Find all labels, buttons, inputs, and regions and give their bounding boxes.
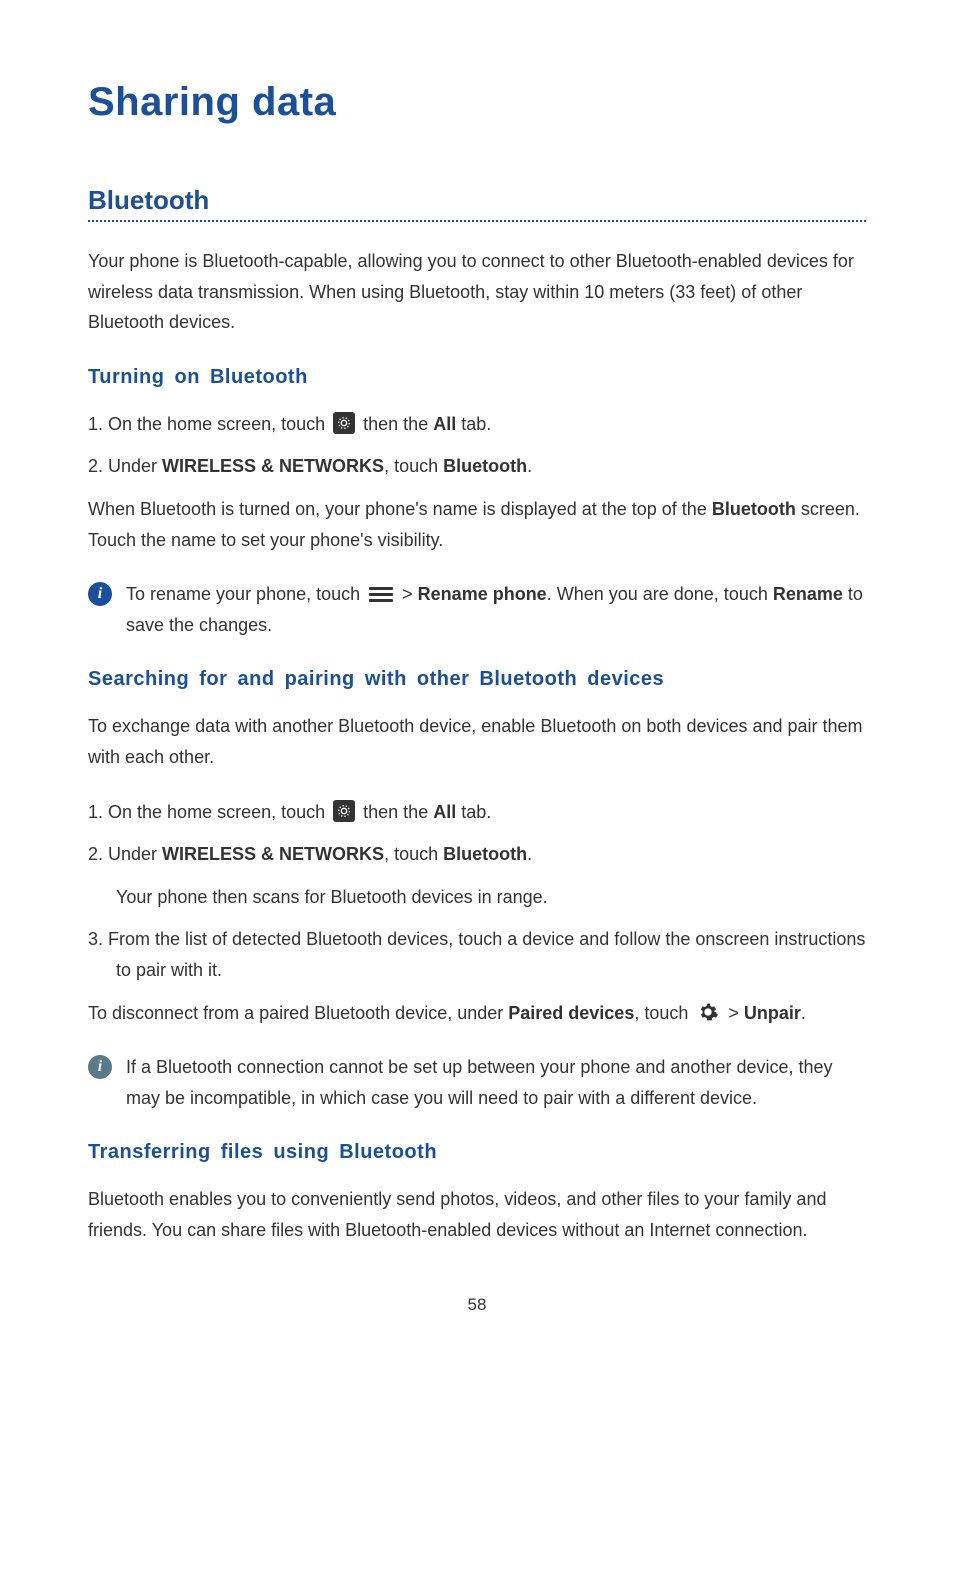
rename-phone-label: Rename phone bbox=[418, 584, 547, 604]
bluetooth-label: Bluetooth bbox=[443, 844, 527, 864]
note-part: . When you are done, touch bbox=[547, 584, 773, 604]
step-text: tab. bbox=[456, 414, 491, 434]
rename-label: Rename bbox=[773, 584, 843, 604]
step-text: then the bbox=[358, 802, 433, 822]
paired-devices-label: Paired devices bbox=[508, 1003, 634, 1023]
step-text: . bbox=[527, 844, 532, 864]
section-divider bbox=[88, 220, 866, 222]
disconnect-para: To disconnect from a paired Bluetooth de… bbox=[88, 998, 866, 1029]
wireless-networks-label: WIRELESS & NETWORKS bbox=[162, 844, 384, 864]
all-tab-label: All bbox=[433, 802, 456, 822]
bluetooth-screen-label: Bluetooth bbox=[712, 499, 796, 519]
settings-icon bbox=[333, 800, 355, 822]
subsection-searching-pairing: Searching for and pairing with other Blu… bbox=[88, 668, 866, 691]
step-1: 1. On the home screen, touch then the Al… bbox=[88, 409, 866, 440]
transferring-intro: Bluetooth enables you to conveniently se… bbox=[88, 1184, 866, 1245]
page-number: 58 bbox=[88, 1295, 866, 1315]
step-text: 2. Under bbox=[88, 456, 162, 476]
turning-on-result: When Bluetooth is turned on, your phone'… bbox=[88, 494, 866, 555]
all-tab-label: All bbox=[433, 414, 456, 434]
step-text: 1. On the home screen, touch bbox=[88, 802, 330, 822]
gear-icon bbox=[697, 1001, 719, 1023]
note-text: To rename your phone, touch > Rename pho… bbox=[126, 579, 866, 640]
settings-icon bbox=[333, 412, 355, 434]
note-text: If a Bluetooth connection cannot be set … bbox=[126, 1052, 866, 1113]
step-2b: 2. Under WIRELESS & NETWORKS, touch Blue… bbox=[88, 839, 866, 870]
step-text: , touch bbox=[384, 456, 443, 476]
page-title: Sharing data bbox=[88, 80, 866, 125]
info-icon: i bbox=[88, 1055, 112, 1079]
step-3: 3. From the list of detected Bluetooth d… bbox=[88, 924, 866, 985]
note-part: > bbox=[397, 584, 418, 604]
step-text: , touch bbox=[384, 844, 443, 864]
subsection-turning-on: Turning on Bluetooth bbox=[88, 366, 866, 389]
wireless-networks-label: WIRELESS & NETWORKS bbox=[162, 456, 384, 476]
step-text: 2. Under bbox=[88, 844, 162, 864]
para-text: , touch bbox=[634, 1003, 693, 1023]
note-rename: i To rename your phone, touch > Rename p… bbox=[88, 579, 866, 640]
step-text: 1. On the home screen, touch bbox=[88, 414, 330, 434]
note-part: To rename your phone, touch bbox=[126, 584, 365, 604]
step-2: 2. Under WIRELESS & NETWORKS, touch Blue… bbox=[88, 451, 866, 482]
step-text: then the bbox=[358, 414, 433, 434]
step-2b-body: Your phone then scans for Bluetooth devi… bbox=[88, 882, 866, 913]
bluetooth-label: Bluetooth bbox=[443, 456, 527, 476]
info-icon: i bbox=[88, 582, 112, 606]
step-text: tab. bbox=[456, 802, 491, 822]
para-text: . bbox=[801, 1003, 806, 1023]
section-bluetooth: Bluetooth bbox=[88, 185, 866, 216]
subsection-transferring: Transferring files using Bluetooth bbox=[88, 1141, 866, 1164]
para-text: When Bluetooth is turned on, your phone'… bbox=[88, 499, 712, 519]
step-1b: 1. On the home screen, touch then the Al… bbox=[88, 797, 866, 828]
unpair-label: Unpair bbox=[744, 1003, 801, 1023]
note-incompatible: i If a Bluetooth connection cannot be se… bbox=[88, 1052, 866, 1113]
searching-intro: To exchange data with another Bluetooth … bbox=[88, 711, 866, 772]
step-text: . bbox=[527, 456, 532, 476]
bluetooth-intro: Your phone is Bluetooth-capable, allowin… bbox=[88, 246, 866, 338]
para-text: To disconnect from a paired Bluetooth de… bbox=[88, 1003, 508, 1023]
menu-icon bbox=[369, 584, 393, 602]
para-text: > bbox=[723, 1003, 744, 1023]
